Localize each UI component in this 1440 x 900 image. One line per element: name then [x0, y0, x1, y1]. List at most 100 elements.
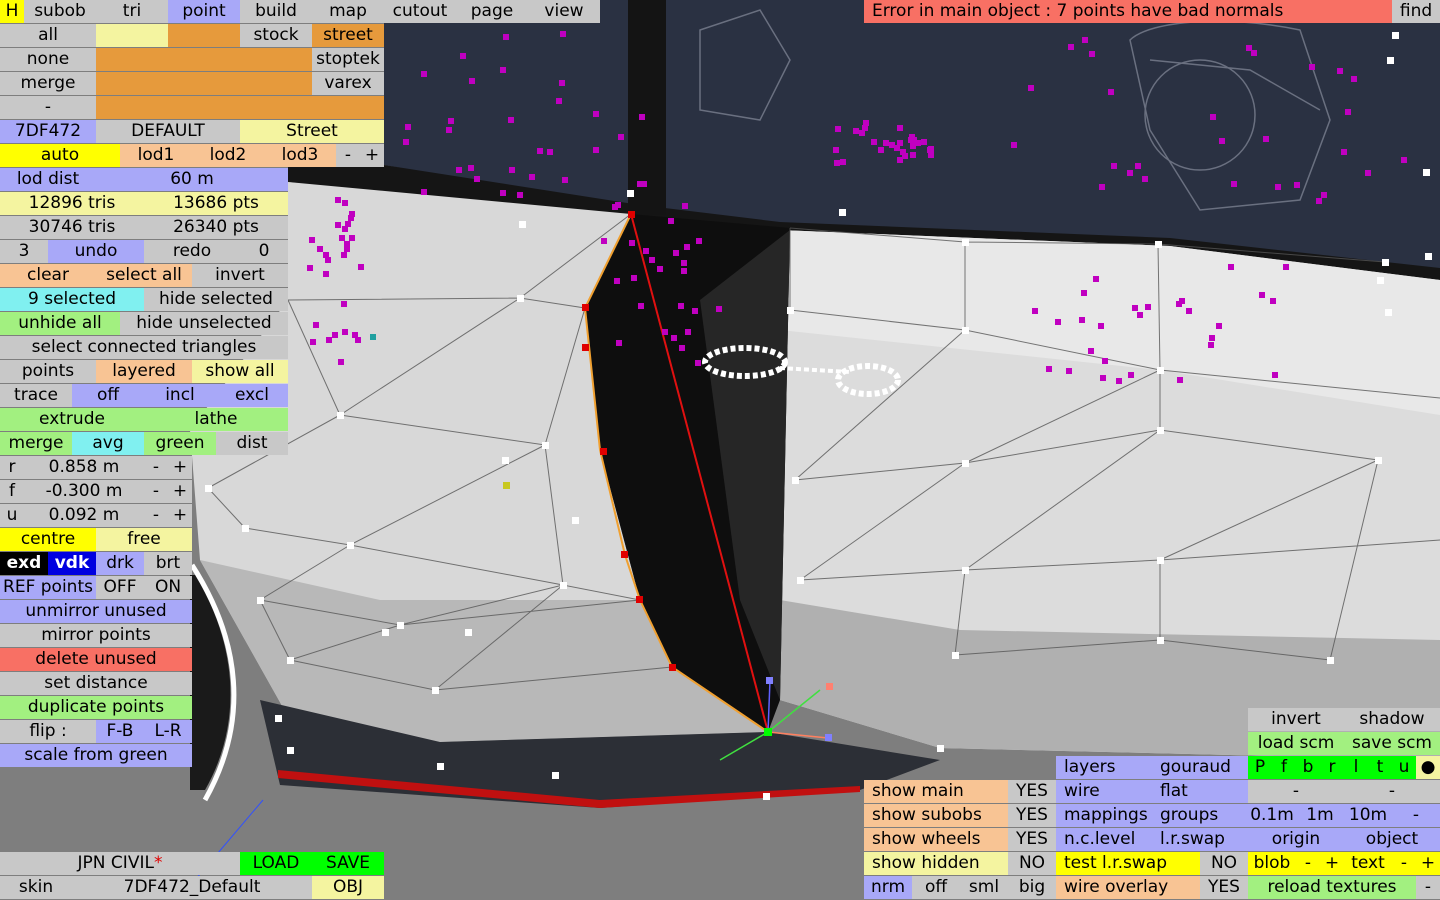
coord-r-minus[interactable]: - — [144, 456, 168, 479]
trace-excl-button[interactable]: excl — [216, 384, 288, 407]
car-code[interactable]: 7DF472 — [0, 120, 96, 143]
select-dash-button[interactable]: - — [0, 96, 96, 119]
mirror-points-button[interactable]: mirror points — [0, 624, 192, 647]
preset-varex[interactable]: varex — [312, 72, 384, 95]
menu-map[interactable]: map — [312, 0, 384, 23]
preset-stoptek[interactable]: stoptek — [312, 48, 384, 71]
view-l[interactable]: l — [1344, 756, 1368, 779]
wire-button[interactable]: wire — [1056, 780, 1152, 803]
coord-r-plus[interactable]: + — [168, 456, 192, 479]
reload-dash[interactable]: - — [1416, 876, 1440, 899]
avg-button[interactable]: avg — [72, 432, 144, 455]
coord-r-value[interactable]: 0.858 m — [24, 456, 144, 479]
lod1-button[interactable]: lod1 — [120, 144, 192, 167]
coord-f-value[interactable]: -0.300 m — [24, 480, 144, 503]
show-subobs-toggle[interactable]: YES — [1008, 804, 1056, 827]
origin-button[interactable]: origin — [1248, 828, 1344, 851]
text-minus[interactable]: - — [1392, 852, 1416, 875]
preset-slot[interactable] — [168, 24, 240, 47]
menu-point[interactable]: point — [168, 0, 240, 23]
view-f[interactable]: f — [1272, 756, 1296, 779]
undo-button[interactable]: undo — [48, 240, 144, 263]
scale-from-green-button[interactable]: scale from green — [0, 744, 192, 767]
menu-build[interactable]: build — [240, 0, 312, 23]
show-main-toggle[interactable]: YES — [1008, 780, 1056, 803]
grid-dash-2[interactable]: - — [1344, 780, 1440, 803]
grid-1m[interactable]: 1m — [1296, 804, 1344, 827]
view-r[interactable]: r — [1320, 756, 1344, 779]
text-plus[interactable]: + — [1416, 852, 1440, 875]
layered-button[interactable]: layered — [96, 360, 192, 383]
lod-minus[interactable]: - — [336, 144, 360, 167]
coord-u-plus[interactable]: + — [168, 504, 192, 527]
car-name[interactable]: JPN CIVIL* — [0, 852, 240, 875]
preset-slot[interactable] — [96, 72, 168, 95]
flip-fb-button[interactable]: F-B — [96, 720, 144, 743]
preset-slot[interactable] — [168, 96, 240, 119]
normals-big[interactable]: big — [1008, 876, 1056, 899]
duplicate-points-button[interactable]: duplicate points — [0, 696, 192, 719]
preset-slot[interactable] — [240, 48, 312, 71]
grid-10m[interactable]: 10m — [1344, 804, 1392, 827]
select-all-points-button[interactable]: select all — [96, 264, 192, 287]
menu-tri[interactable]: tri — [96, 0, 168, 23]
show-hidden-toggle[interactable]: NO — [1008, 852, 1056, 875]
grid-0-1m[interactable]: 0.1m — [1248, 804, 1296, 827]
menu-cutout[interactable]: cutout — [384, 0, 456, 23]
preset-street[interactable]: street — [312, 24, 384, 47]
lod-dist-value[interactable]: 60 m — [96, 168, 288, 191]
select-connected-button[interactable]: select connected triangles — [0, 336, 288, 359]
text-button[interactable]: text — [1344, 852, 1392, 875]
ref-points-off[interactable]: OFF — [96, 576, 144, 599]
save-button[interactable]: SAVE — [312, 852, 384, 875]
merge-button[interactable]: merge — [0, 432, 72, 455]
find-button[interactable]: find — [1392, 0, 1440, 23]
clear-button[interactable]: clear — [0, 264, 96, 287]
test-lr-swap-toggle[interactable]: NO — [1200, 852, 1248, 875]
normals-sml[interactable]: sml — [960, 876, 1008, 899]
shade-drk[interactable]: drk — [96, 552, 144, 575]
extrude-button[interactable]: extrude — [0, 408, 144, 431]
normals-nrm[interactable]: nrm — [864, 876, 912, 899]
wire-overlay-toggle[interactable]: YES — [1200, 876, 1248, 899]
dist-button[interactable]: dist — [216, 432, 288, 455]
save-scm-button[interactable]: save scm — [1344, 732, 1440, 755]
h-button[interactable]: H — [0, 0, 24, 23]
centre-button[interactable]: centre — [0, 528, 96, 551]
nc-level-button[interactable]: n.c.level — [1056, 828, 1152, 851]
show-all-button[interactable]: show all — [192, 360, 288, 383]
lathe-button[interactable]: lathe — [144, 408, 288, 431]
preset-slot[interactable] — [168, 72, 240, 95]
lr-swap-button[interactable]: l.r.swap — [1152, 828, 1248, 851]
preset-slot[interactable] — [240, 72, 312, 95]
delete-unused-button[interactable]: delete unused — [0, 648, 192, 671]
groups-button[interactable]: groups — [1152, 804, 1248, 827]
lod3-button[interactable]: lod3 — [264, 144, 336, 167]
gouraud-button[interactable]: gouraud — [1152, 756, 1248, 779]
grid-dash[interactable]: - — [1392, 804, 1440, 827]
menu-view[interactable]: view — [528, 0, 600, 23]
blob-button[interactable]: blob — [1248, 852, 1296, 875]
trace-off-button[interactable]: off — [72, 384, 144, 407]
hide-unselected-button[interactable]: hide unselected — [120, 312, 288, 335]
blob-plus[interactable]: + — [1320, 852, 1344, 875]
preset-slot[interactable] — [168, 48, 240, 71]
lod2-button[interactable]: lod2 — [192, 144, 264, 167]
redo-button[interactable]: redo — [144, 240, 240, 263]
mappings-button[interactable]: mappings — [1056, 804, 1152, 827]
select-all-button[interactable]: all — [0, 24, 96, 47]
preset-slot[interactable] — [240, 96, 312, 119]
obj-button[interactable]: OBJ — [312, 876, 384, 899]
unmirror-unused-button[interactable]: unmirror unused — [0, 600, 192, 623]
skin-name[interactable]: 7DF472_Default — [72, 876, 312, 899]
coord-f-plus[interactable]: + — [168, 480, 192, 503]
normals-off[interactable]: off — [912, 876, 960, 899]
green-button[interactable]: green — [144, 432, 216, 455]
skin-set[interactable]: DEFAULT — [96, 120, 240, 143]
menu-page[interactable]: page — [456, 0, 528, 23]
shade-exd[interactable]: exd — [0, 552, 48, 575]
flat-button[interactable]: flat — [1152, 780, 1248, 803]
load-button[interactable]: LOAD — [240, 852, 312, 875]
grid-dash-1[interactable]: - — [1248, 780, 1344, 803]
view-p[interactable]: P — [1248, 756, 1272, 779]
